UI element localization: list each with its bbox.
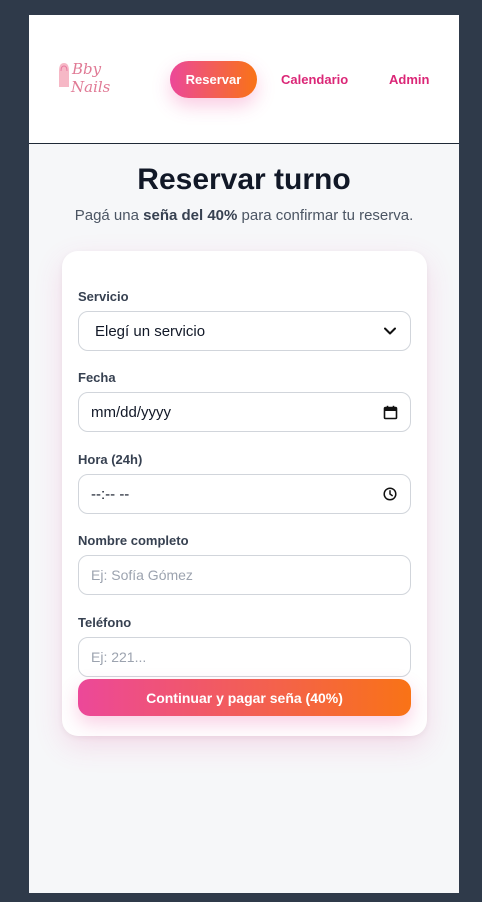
nombre-field[interactable]: Ej: Sofía Gómez [78,555,411,595]
nombre-placeholder: Ej: Sofía Gómez [91,567,193,583]
servicio-selected-value: Elegí un servicio [95,322,206,340]
telefono-field[interactable]: Ej: 221... [78,637,411,677]
hora-value: --:-- -- [91,485,130,503]
brand-logo[interactable]: Bby Nails [54,57,124,97]
fecha-value: mm/dd/yyyy [91,403,172,421]
nail-logo-icon: Bby Nails [59,60,111,96]
logo-text-bby: Bby [71,60,102,78]
clock-icon[interactable] [382,486,398,502]
telefono-label: Teléfono [78,615,132,630]
servicio-label: Servicio [78,289,129,304]
calendar-icon[interactable] [382,404,398,420]
page: Bby Nails Reservar Calendario Admin Rese… [29,15,459,893]
nombre-label: Nombre completo [78,533,189,548]
nav-reservar-button[interactable]: Reservar [170,61,257,98]
submit-pay-deposit-button[interactable]: Continuar y pagar seña (40%) [78,679,411,716]
nav-admin-link[interactable]: Admin [389,72,429,87]
servicio-select[interactable]: Elegí un servicio [78,311,411,351]
subtitle-text-end: para confirmar tu reserva. [237,207,414,224]
header: Bby Nails Reservar Calendario Admin [29,15,459,144]
subtitle-text-start: Pagá una [74,207,144,224]
fecha-input[interactable]: mm/dd/yyyy [78,392,411,432]
page-title: Reservar turno [137,163,351,196]
nav-calendario-link[interactable]: Calendario [281,72,348,87]
subtitle-deposit-emphasis: seña del 40% [143,207,238,224]
booking-form-card: Servicio Elegí un servicio Fecha mm/dd/y… [62,251,427,736]
page-subtitle: Pagá una seña del 40% para confirmar tu … [29,207,459,224]
telefono-placeholder: Ej: 221... [91,649,147,665]
hora-label: Hora (24h) [78,452,143,467]
hora-input[interactable]: --:-- -- [78,474,411,514]
fecha-label: Fecha [78,370,116,385]
logo-text-nails: Nails [70,78,111,96]
chevron-down-icon [382,323,398,339]
